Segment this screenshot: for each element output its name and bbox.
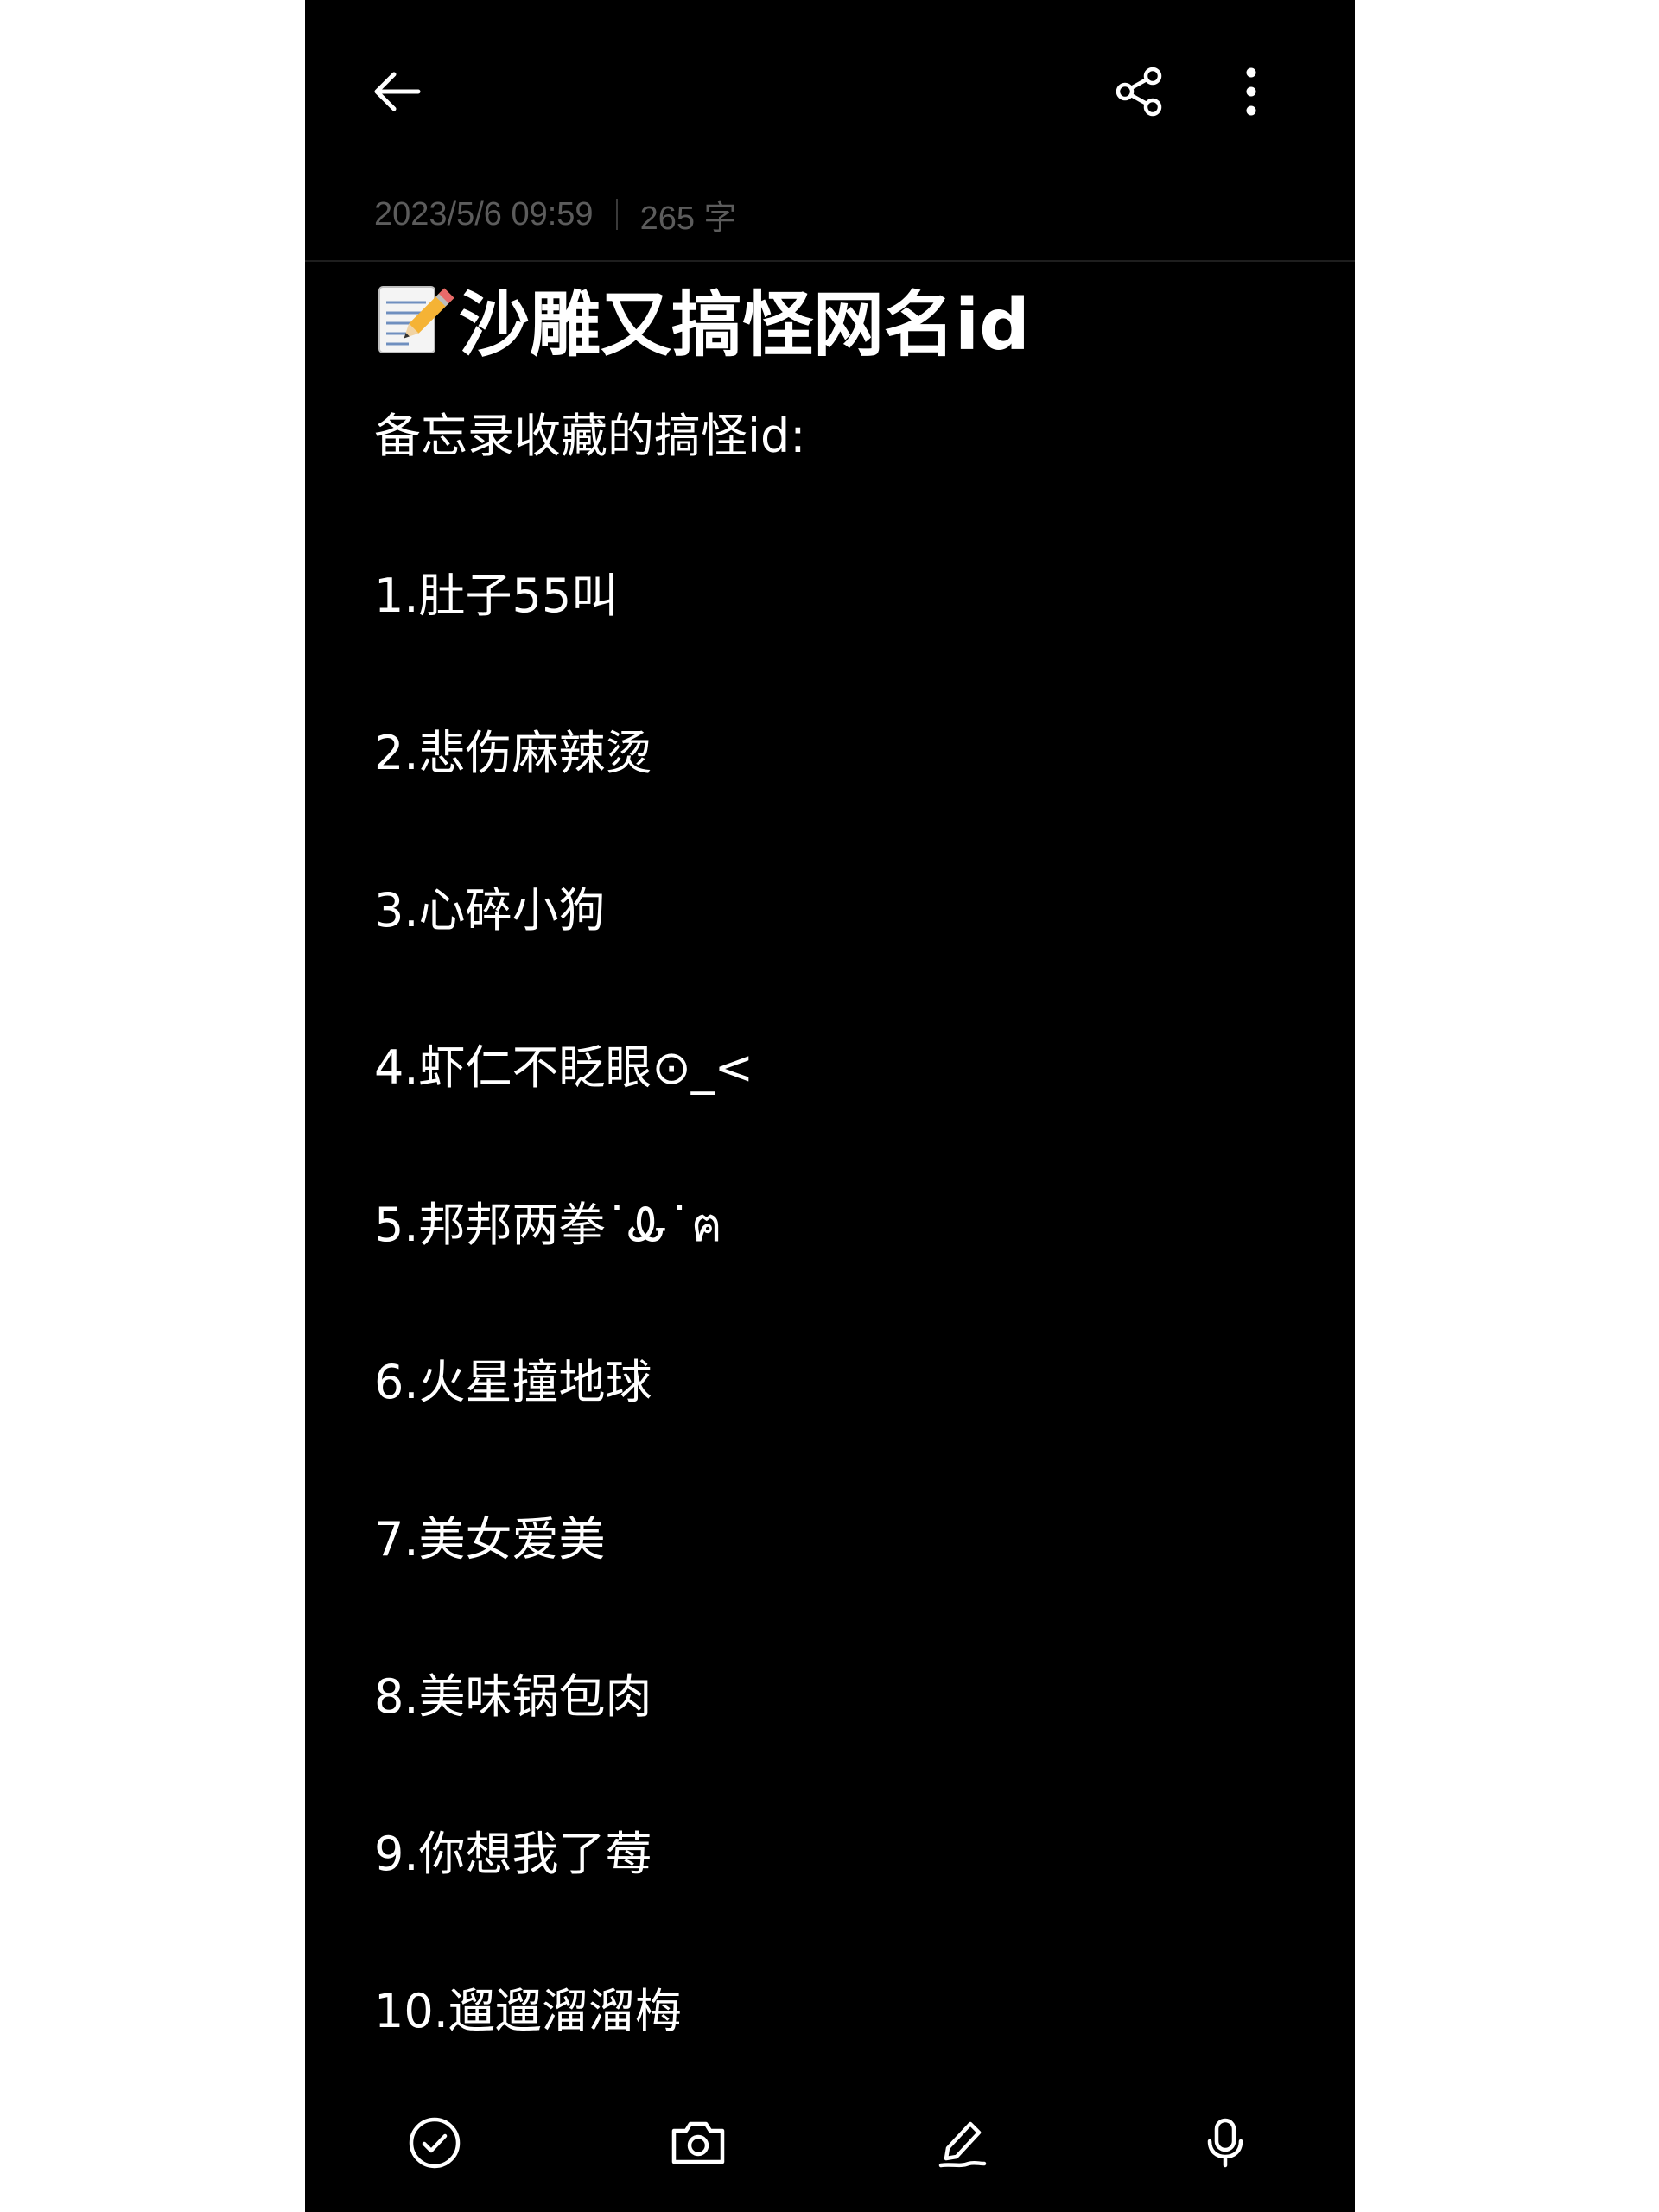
meta-separator: [615, 199, 618, 230]
voice-input-button[interactable]: [1182, 2091, 1268, 2195]
pen-icon: [938, 2121, 987, 2168]
list-item[interactable]: 1.肚子55叫: [374, 566, 753, 723]
check-circle-icon: [409, 2117, 461, 2169]
list-item[interactable]: 4.虾仁不眨眼⊙_<: [374, 1038, 753, 1195]
camera-icon: [671, 2121, 725, 2164]
more-vertical-icon: [1246, 67, 1256, 116]
list-item[interactable]: 5.邦邦两拳˙Ꮂ˙ฅ: [374, 1195, 753, 1352]
camera-button[interactable]: [655, 2091, 741, 2195]
bottom-toolbar: [305, 2091, 1355, 2195]
microphone-icon: [1207, 2118, 1243, 2168]
note-word-count: 265 字: [639, 200, 737, 237]
note-datetime: 2023/5/6 09:59: [374, 195, 594, 232]
note-meta: 2023/5/6 09:59 265 字: [374, 188, 737, 240]
list-item[interactable]: 3.心碎小狗: [374, 880, 753, 1038]
note-list: 1.肚子55叫 2.悲伤麻辣烫 3.心碎小狗 4.虾仁不眨眼⊙_< 5.邦邦两拳…: [374, 566, 753, 2139]
handwriting-button[interactable]: [918, 2091, 1005, 2195]
arrow-left-icon: [374, 72, 421, 111]
more-options-button[interactable]: [1221, 48, 1281, 135]
list-item[interactable]: 8.美味锅包肉: [374, 1667, 753, 1824]
top-bar: [305, 0, 1355, 181]
share-icon: [1116, 67, 1162, 117]
list-item[interactable]: 2.悲伤麻辣烫: [374, 723, 753, 880]
note-title[interactable]: 沙雕又搞怪网名id: [374, 275, 1030, 366]
checklist-button[interactable]: [391, 2091, 478, 2195]
note-intro[interactable]: 备忘录收藏的搞怪id:: [374, 406, 805, 467]
memo-pencil-icon: [378, 286, 454, 353]
list-item[interactable]: 9.你想我了莓: [374, 1824, 753, 1981]
note-title-text: 沙雕又搞怪网名id: [459, 283, 1030, 366]
back-button[interactable]: [359, 48, 436, 135]
list-item[interactable]: 7.美女爱美: [374, 1510, 753, 1667]
header-divider: [305, 260, 1355, 262]
share-button[interactable]: [1100, 48, 1178, 135]
list-item[interactable]: 6.火星撞地球: [374, 1352, 753, 1510]
note-screen: 2023/5/6 09:59 265 字 沙雕又搞怪网名id 备忘录收藏的搞怪i…: [305, 0, 1355, 2212]
